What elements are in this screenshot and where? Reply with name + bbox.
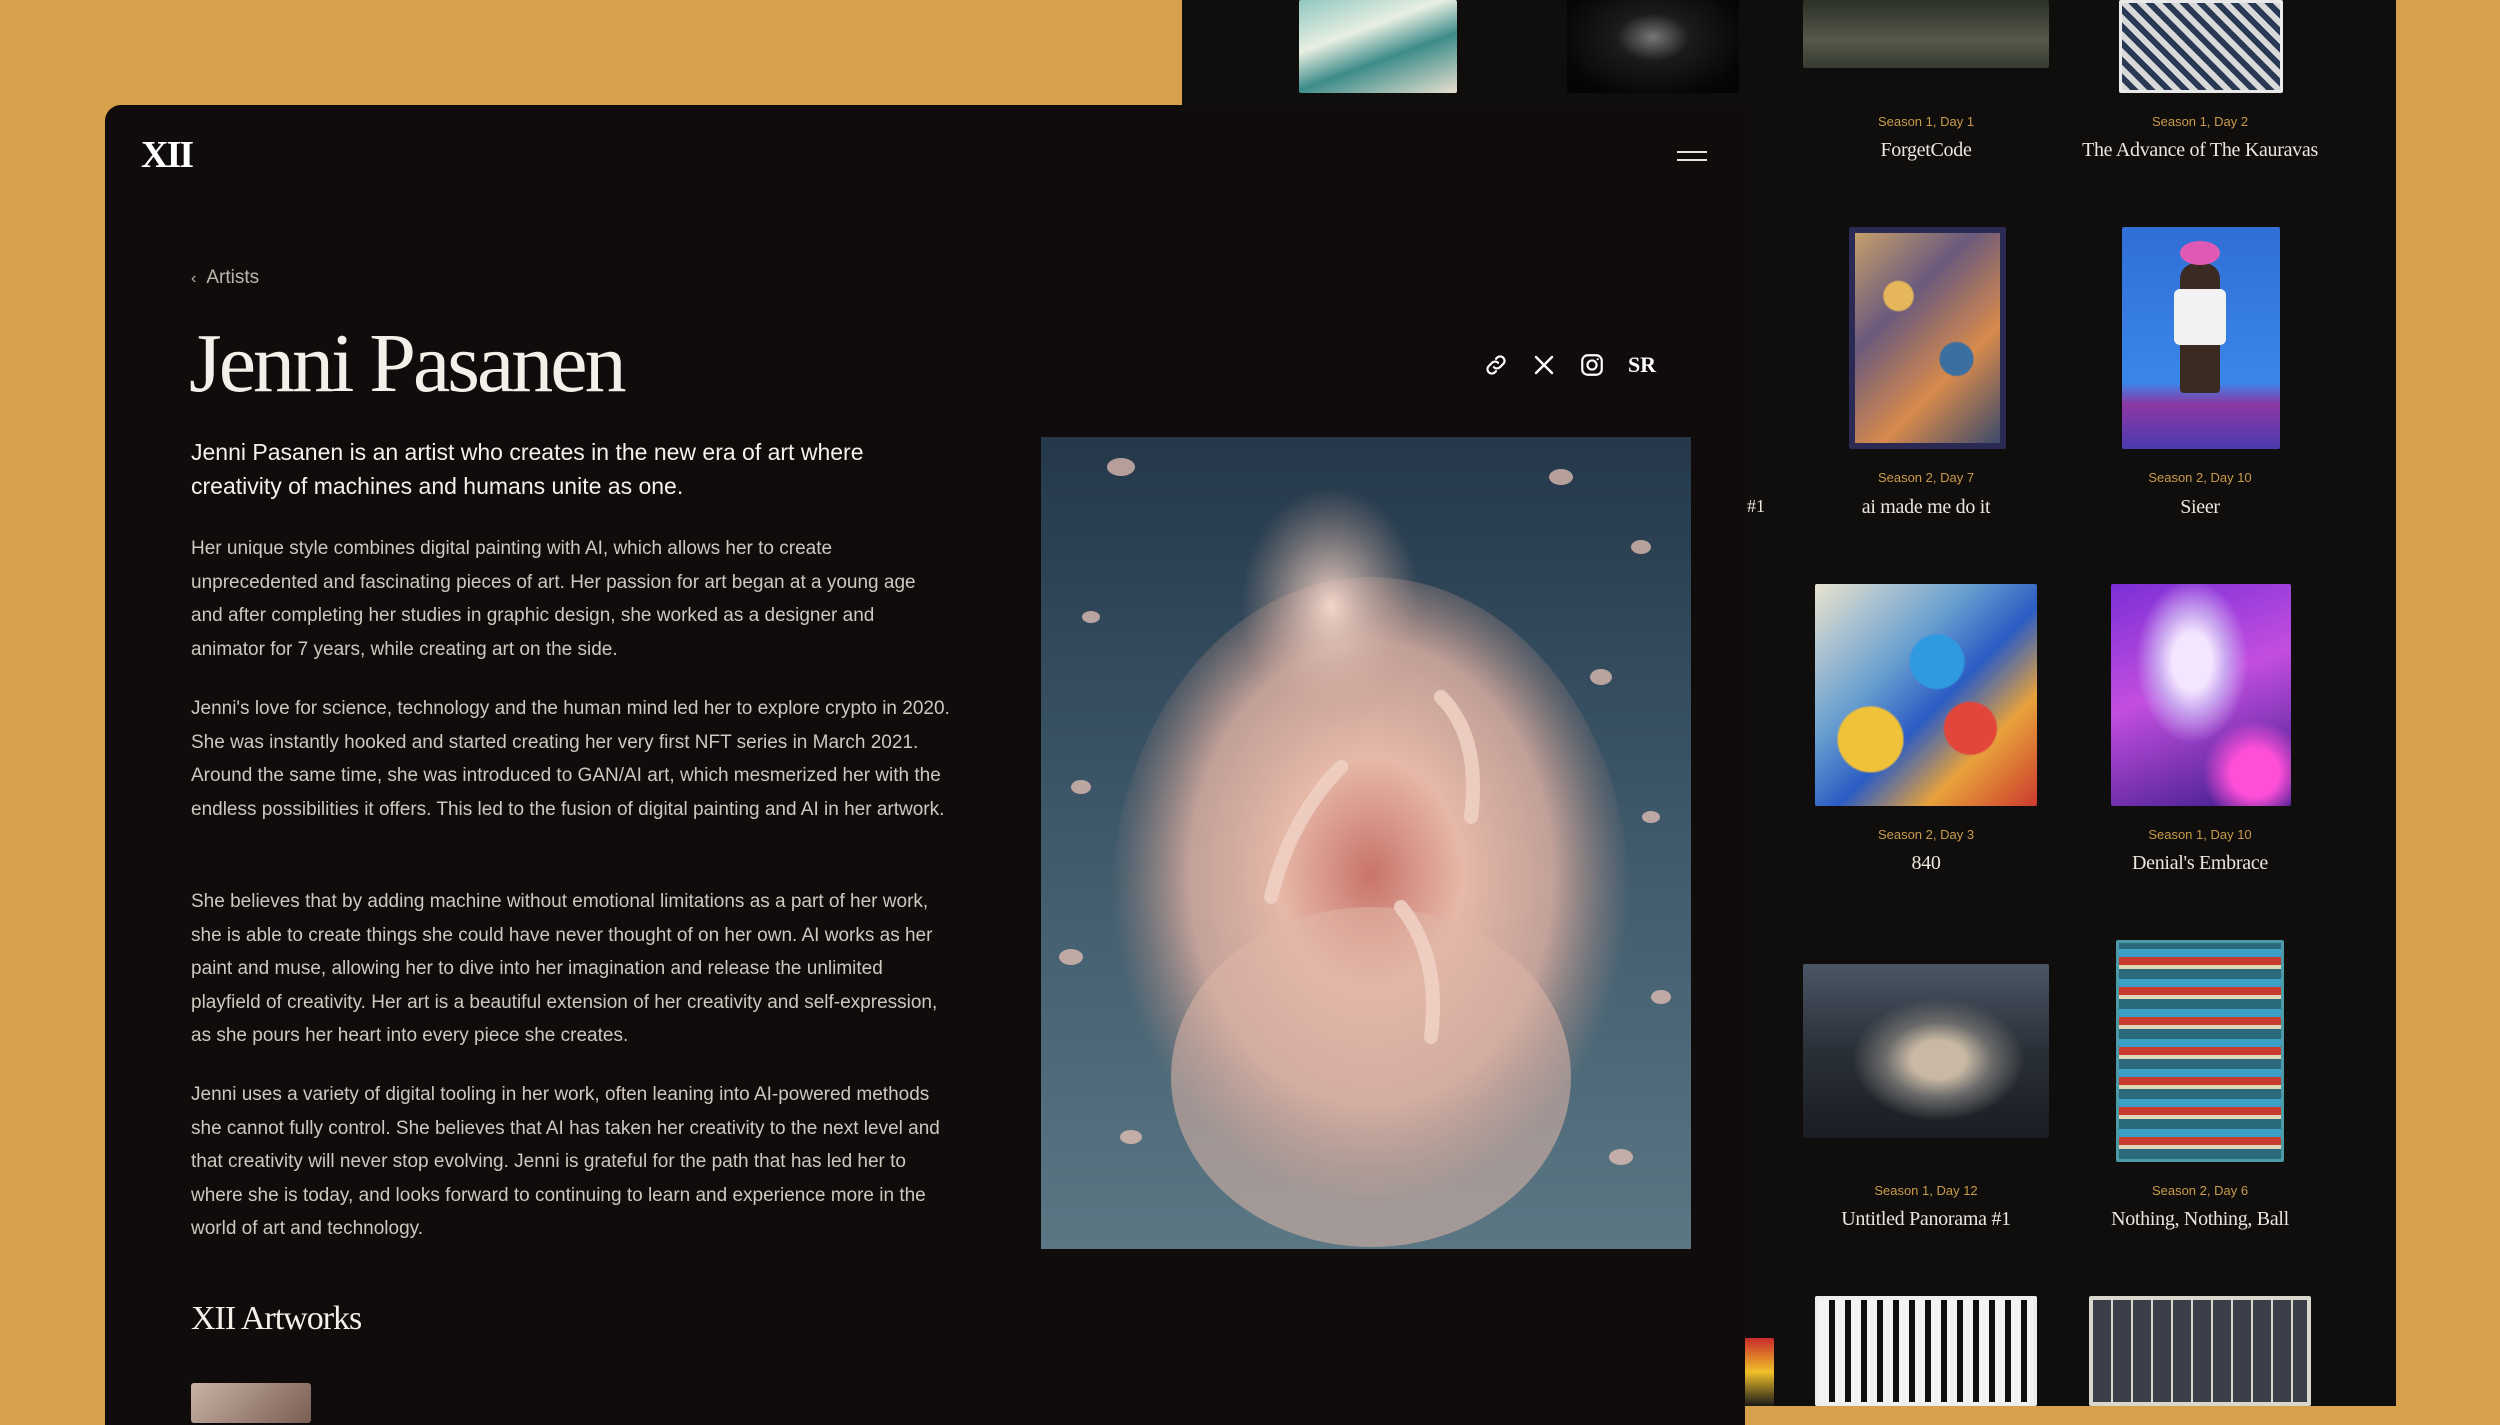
artwork-thumbnail[interactable] <box>2116 940 2284 1162</box>
artwork-thumbnail[interactable] <box>1803 0 2049 68</box>
featured-artwork-image[interactable] <box>1041 437 1691 1249</box>
artwork-thumbnail[interactable] <box>1803 964 2049 1138</box>
superrare-icon[interactable]: SR <box>1625 350 1659 380</box>
bio-paragraph: Jenni's love for science, technology and… <box>191 698 950 820</box>
artwork-season: Season 2, Day 6 <box>2151 1183 2249 1198</box>
bio-paragraph: She believes that by adding machine with… <box>191 891 938 1046</box>
artwork-thumbnail[interactable] <box>1815 1296 2037 1406</box>
artwork-thumbnail[interactable] <box>2111 584 2291 806</box>
artist-intro: Jenni Pasanen is an artist who creates i… <box>191 439 864 499</box>
artwork-thumbnail[interactable] <box>1299 0 1457 93</box>
artwork-thumbnail[interactable] <box>1742 1338 1774 1406</box>
artwork-title[interactable]: Denial's Embrace <box>2020 852 2380 875</box>
artwork-title[interactable]: The Advance of The Kauravas <box>2020 139 2380 162</box>
artworks-heading: XII Artworks <box>191 1300 362 1337</box>
artwork-thumbnail[interactable] <box>2122 227 2280 449</box>
bio-paragraph: Her unique style combines digital painti… <box>191 538 916 660</box>
artwork-thumbnail[interactable] <box>1567 0 1739 93</box>
menu-button[interactable] <box>1677 147 1709 165</box>
instagram-icon[interactable] <box>1577 350 1607 380</box>
artwork-thumbnail[interactable] <box>1815 584 2037 806</box>
artist-page: XII ‹ Artists Jenni Pasanen SR Jenni Pas… <box>105 105 1745 1425</box>
menu-icon <box>1677 151 1707 153</box>
artwork-season: Season 1, Day 2 <box>2151 114 2249 129</box>
artwork-thumbnail[interactable] <box>2119 0 2283 93</box>
breadcrumb[interactable]: ‹ Artists <box>191 267 259 289</box>
artwork-title[interactable]: Nothing, Nothing, Ball <box>2020 1208 2380 1231</box>
artwork-season: Season 2, Day 10 <box>2148 470 2252 485</box>
artwork-thumbnail[interactable] <box>191 1383 311 1423</box>
site-logo[interactable]: XII <box>141 133 194 177</box>
artist-name: Jenni Pasanen <box>189 317 627 410</box>
bio-paragraph: Jenni uses a variety of digital tooling … <box>191 1084 940 1239</box>
artwork-thumbnail[interactable] <box>2089 1296 2311 1406</box>
breadcrumb-label: Artists <box>206 267 260 288</box>
artwork-title[interactable]: Sieer <box>2020 496 2380 519</box>
social-links: SR <box>1481 350 1659 380</box>
artwork-season: Season 1, Day 10 <box>2148 827 2252 842</box>
x-icon[interactable] <box>1529 350 1559 380</box>
chevron-left-icon: ‹ <box>191 270 197 287</box>
artwork-thumbnail[interactable] <box>1849 227 2006 449</box>
link-icon[interactable] <box>1481 350 1511 380</box>
